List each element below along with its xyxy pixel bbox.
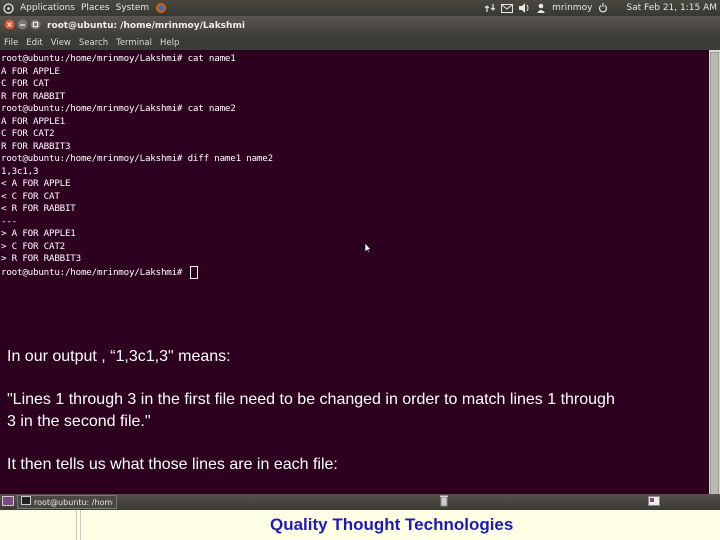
terminal-line: root@ubuntu:/home/mrinmoy/Lakshmi# cat n… [1, 53, 236, 64]
terminal-line: --- [1, 215, 17, 227]
explanation-line-1: In our output , “1,3c1,3" means: [7, 348, 231, 365]
terminal-line: > R FOR RABBIT3 [1, 253, 81, 264]
terminal-line: A FOR APPLE1 [1, 115, 65, 127]
maximize-window-button[interactable] [30, 19, 41, 33]
terminal-line: A FOR APPLE [1, 65, 60, 77]
top-panel: Applications Places System mrinmoy Sat F… [0, 0, 720, 16]
menu-file[interactable]: File [4, 38, 18, 48]
taskbar-terminal-button[interactable]: root@ubuntu: /home/... [17, 495, 117, 509]
footer-divider [80, 510, 81, 540]
user-icon [536, 3, 546, 13]
menu-terminal[interactable]: Terminal [116, 38, 152, 48]
network-icon[interactable] [485, 3, 496, 13]
bottom-panel: root@ubuntu: /home/... [0, 494, 720, 510]
menu-search[interactable]: Search [79, 38, 108, 48]
minimize-window-button[interactable] [17, 19, 28, 33]
menu-help[interactable]: Help [160, 38, 179, 48]
places-menu[interactable]: Places [81, 3, 110, 13]
terminal-icon [21, 496, 31, 508]
terminal-line: 1,3c1,3 [1, 165, 39, 177]
terminal-prompt-line: root@ubuntu:/home/mrinmoy/Lakshmi# [1, 265, 709, 279]
terminal-line: > A FOR APPLE1 [1, 228, 76, 239]
terminal-line: > C FOR CAT2 [1, 240, 65, 252]
menu-edit[interactable]: Edit [26, 38, 42, 48]
user-name[interactable]: mrinmoy [552, 3, 592, 13]
power-icon[interactable] [598, 3, 608, 13]
explanation-line-2b: 3 in the second file." [7, 413, 151, 430]
terminal-line: R FOR RABBIT3 [1, 140, 71, 152]
window-title: root@ubuntu: /home/mrinmoy/Lakshmi [47, 20, 245, 31]
terminal-menubar: File Edit View Search Terminal Help [0, 35, 720, 50]
show-desktop-icon[interactable] [2, 495, 14, 509]
workspace-switcher-icon[interactable] [648, 495, 660, 509]
mail-icon[interactable] [501, 3, 514, 13]
terminal-line: < R FOR RABBIT [1, 203, 76, 214]
firefox-icon[interactable] [155, 2, 167, 14]
taskbar-terminal-label: root@ubuntu: /home/... [34, 497, 113, 507]
footer: Quality Thought Technologies [0, 510, 720, 540]
terminal-line: < C FOR CAT [1, 190, 60, 202]
system-menu[interactable]: System [116, 3, 150, 13]
brand-title: Quality Thought Technologies [270, 515, 514, 534]
mouse-pointer-icon [364, 238, 372, 257]
scrollbar-thumb[interactable] [710, 52, 719, 500]
volume-icon[interactable] [519, 3, 530, 13]
applications-menu[interactable]: Applications [20, 3, 75, 13]
explanation-line-3: It then tells us what those lines are in… [7, 456, 338, 473]
clock[interactable]: Sat Feb 21, 1:15 AM [626, 3, 717, 13]
text-cursor [189, 265, 198, 279]
terminal-line: C FOR CAT2 [1, 128, 55, 139]
terminal-line: R FOR RABBIT [1, 90, 65, 102]
terminal-prompt: root@ubuntu:/home/mrinmoy/Lakshmi# [1, 266, 188, 278]
footer-divider [76, 510, 77, 540]
close-window-button[interactable] [4, 19, 15, 33]
ubuntu-logo-icon[interactable] [3, 2, 14, 14]
terminal-line: root@ubuntu:/home/mrinmoy/Lakshmi# cat n… [1, 103, 236, 114]
trash-icon[interactable] [440, 495, 448, 510]
menu-view[interactable]: View [51, 38, 71, 48]
terminal-line: < A FOR APPLE [1, 178, 71, 189]
window-titlebar[interactable]: root@ubuntu: /home/mrinmoy/Lakshmi [0, 16, 720, 35]
terminal-line: C FOR CAT [1, 78, 49, 89]
terminal-line: root@ubuntu:/home/mrinmoy/Lakshmi# diff … [1, 153, 273, 164]
terminal-scrollbar[interactable] [709, 50, 720, 500]
explanation-line-2a: "Lines 1 through 3 in the first file nee… [7, 391, 615, 408]
